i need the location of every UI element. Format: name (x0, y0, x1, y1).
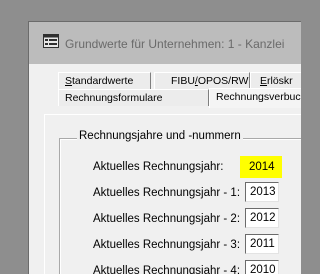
year-field-minus-2[interactable]: 2012 (245, 208, 279, 228)
row-label: Aktuelles Rechnungsjahr - 4: (93, 265, 241, 274)
tab-label: Rechnungsverbuchun (216, 91, 301, 103)
year-field-current[interactable]: 2014 (240, 156, 282, 178)
row-label: Aktuelles Rechnungsjahr - 3: (93, 239, 241, 251)
tab-rechnungsformulare[interactable]: Rechnungsformulare (58, 89, 209, 106)
title-bar[interactable]: Grundwerte für Unternehmen: 1 - Kanzlei (29, 22, 301, 64)
group-title: Rechnungsjahre und -nummern (77, 130, 243, 142)
tab-label: FIBU/OPOS/RW (171, 75, 249, 87)
year-field-minus-1[interactable]: 2013 (245, 182, 279, 202)
year-field-minus-3[interactable]: 2011 (245, 234, 279, 254)
year-field-minus-4[interactable]: 2010 (245, 260, 279, 274)
tab-label: Erlöskr (260, 75, 293, 87)
tab-row-front: Rechnungsformulare Rechnungsverbuchun (36, 88, 301, 109)
tab-panel: Rechnungsjahre und -nummern Aktuelles Re… (44, 114, 301, 274)
tab-fibu-opos-rw[interactable]: FIBU/OPOS/RW (154, 72, 250, 89)
row-label: Aktuelles Rechnungsjahr - 1: (93, 187, 241, 199)
dialog-window: Grundwerte für Unternehmen: 1 - Kanzlei … (28, 21, 301, 274)
tab-standardwerte[interactable]: Standardwerte (58, 72, 151, 89)
tab-label: Standardwerte (65, 75, 134, 87)
dialog-client: Standardwerte FIBU/OPOS/RW Erlöskr Rechn… (36, 64, 301, 274)
tab-rechnungsverbuchung[interactable]: Rechnungsverbuchun (209, 88, 301, 108)
window-app-icon[interactable] (43, 34, 59, 48)
tab-erloeskr[interactable]: Erlöskr (250, 72, 301, 89)
tab-label: Rechnungsformulare (65, 92, 163, 104)
row-label: Aktuelles Rechnungsjahr: (93, 161, 224, 173)
row-label: Aktuelles Rechnungsjahr - 2: (93, 213, 241, 225)
window-title: Grundwerte für Unternehmen: 1 - Kanzlei (65, 37, 285, 51)
